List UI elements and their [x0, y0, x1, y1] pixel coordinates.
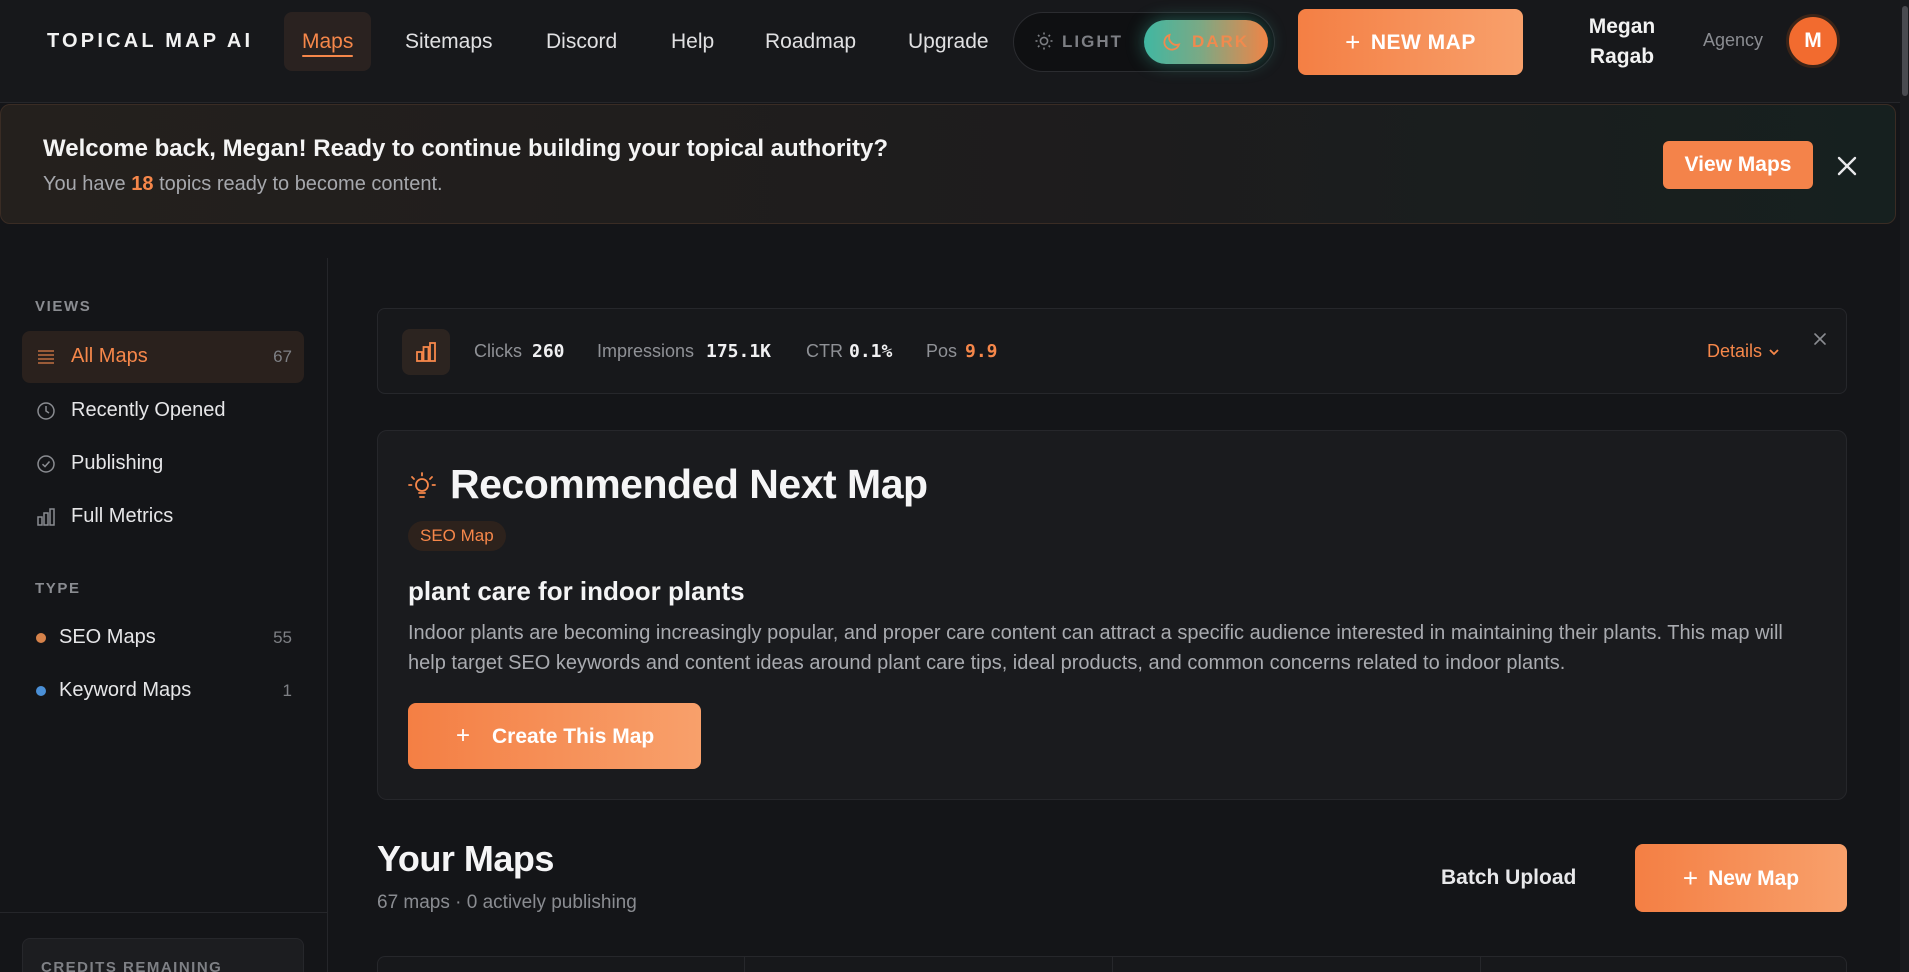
column-separator [744, 956, 745, 972]
user-name[interactable]: Megan Ragab [1582, 12, 1662, 72]
sidebar-item-label: SEO Maps [59, 626, 156, 648]
sidebar-item-count: 67 [273, 347, 292, 366]
sidebar-item-label: Publishing [71, 452, 164, 474]
create-this-map-button[interactable]: + Create This Map [408, 703, 701, 769]
new-map-button[interactable]: + New Map [1635, 844, 1847, 912]
metrics-chart-button[interactable] [402, 329, 450, 375]
sidebar-item-count: 1 [282, 681, 292, 700]
user-first-name: Megan [1588, 15, 1656, 38]
theme-light-label: LIGHT [1062, 32, 1123, 51]
sidebar-item-label: Recently Opened [71, 399, 226, 421]
new-map-header-button[interactable]: + NEW MAP [1298, 9, 1523, 75]
ctr-value: 0.1% [849, 341, 893, 362]
top-navbar: TOPICAL MAP AI Maps Sitemaps Discord Hel… [0, 0, 1909, 103]
sidebar-item-label: Keyword Maps [59, 679, 192, 701]
recommendation-description: Indoor plants are becoming increasingly … [408, 622, 1783, 674]
type-heading: TYPE [35, 580, 81, 597]
new-map-label: New Map [1708, 867, 1800, 890]
details-label: Details [1707, 341, 1763, 361]
sidebar-item-full-metrics[interactable]: Full Metrics [22, 491, 304, 543]
lightbulb-icon [408, 472, 436, 498]
clicks-value: 260 [532, 341, 565, 362]
your-maps-title: Your Maps [377, 838, 554, 879]
ctr-label: CTR [806, 341, 843, 361]
sidebar-item-label: All Maps [71, 345, 148, 367]
welcome-sub-prefix: You have [43, 173, 126, 195]
sidebar-divider [0, 912, 328, 913]
nav-discord[interactable]: Discord [528, 12, 635, 71]
new-map-header-label: NEW MAP [1370, 31, 1476, 54]
credits-box: CREDITS REMAINING [22, 938, 304, 972]
column-separator [1480, 956, 1481, 972]
impressions-label: Impressions [597, 341, 695, 361]
clicks-label: Clicks [474, 341, 522, 361]
view-maps-button[interactable]: View Maps [1663, 141, 1813, 189]
sidebar-item-count: 55 [273, 628, 292, 647]
theme-light-option[interactable]: LIGHT [1034, 13, 1123, 71]
welcome-subtitle: You have 18 topics ready to become conte… [43, 173, 443, 196]
metrics-strip: Clicks 260 Impressions 175.1K CTR 0.1% P… [377, 308, 1847, 394]
sidebar-item-keyword-maps[interactable]: Keyword Maps 1 [22, 665, 304, 717]
map-type-tag: SEO Map [408, 521, 506, 551]
close-icon[interactable] [1834, 153, 1860, 179]
sidebar-item-recently-opened[interactable]: Recently Opened [22, 385, 304, 437]
theme-toggle[interactable]: LIGHT DARK [1013, 12, 1275, 72]
clock-icon [37, 402, 55, 420]
plus-icon: + [1345, 27, 1361, 57]
sidebar-item-all-maps[interactable]: All Maps 67 [22, 331, 304, 383]
welcome-sub-suffix: topics ready to become content. [159, 173, 443, 195]
seo-dot [36, 633, 46, 643]
welcome-title: Welcome back, Megan! Ready to continue b… [43, 135, 888, 162]
plus-icon: + [456, 722, 471, 749]
nav-help[interactable]: Help [653, 12, 732, 71]
batch-upload-button[interactable]: Batch Upload [1441, 866, 1576, 890]
scrollbar-thumb[interactable] [1902, 6, 1908, 96]
theme-dark-option[interactable]: DARK [1144, 20, 1268, 64]
user-last-name: Ragab [1589, 45, 1655, 68]
recommendation-topic: plant care for indoor plants [408, 576, 745, 606]
moon-icon [1163, 33, 1181, 51]
nav-roadmap[interactable]: Roadmap [747, 12, 874, 71]
scrollbar-track[interactable] [1900, 0, 1909, 972]
brand-logo[interactable]: TOPICAL MAP AI [47, 30, 253, 53]
details-dropdown[interactable]: Details [1707, 341, 1780, 362]
plus-icon: + [1682, 863, 1699, 893]
nav-upgrade[interactable]: Upgrade [890, 12, 1007, 71]
recommendation-title: Recommended Next Map [450, 461, 928, 507]
keyword-dot [36, 686, 46, 696]
nav-sitemaps[interactable]: Sitemaps [387, 12, 511, 71]
sidebar: VIEWS All Maps 67 Recently Opened Publis… [0, 258, 328, 972]
list-icon [38, 350, 54, 364]
credits-label: CREDITS REMAINING [41, 959, 223, 972]
recommendation-card: Recommended Next Map SEO Map plant care … [377, 430, 1847, 800]
your-maps-subtitle: 67 maps · 0 actively publishing [377, 892, 637, 913]
sidebar-item-label: Full Metrics [71, 505, 174, 527]
plan-badge: Agency [1703, 30, 1764, 50]
app-root: TOPICAL MAP AI Maps Sitemaps Discord Hel… [0, 0, 1909, 972]
bar-chart-icon [416, 342, 436, 362]
column-separator [1112, 956, 1113, 972]
close-icon[interactable] [1812, 331, 1828, 347]
welcome-banner: Welcome back, Megan! Ready to continue b… [0, 104, 1896, 224]
sun-icon [1035, 32, 1053, 50]
pos-value: 9.9 [965, 341, 998, 362]
check-circle-icon [37, 455, 55, 473]
impressions-value: 175.1K [706, 341, 772, 362]
theme-dark-label: DARK [1192, 32, 1250, 51]
nav-maps[interactable]: Maps [284, 12, 372, 71]
views-heading: VIEWS [35, 298, 92, 315]
create-this-map-label: Create This Map [492, 725, 655, 748]
topics-count: 18 [131, 173, 154, 195]
avatar[interactable]: M [1786, 14, 1840, 68]
chevron-down-icon [1769, 349, 1779, 356]
bar-chart-icon [37, 508, 55, 526]
sidebar-item-publishing[interactable]: Publishing [22, 438, 304, 490]
sidebar-item-seo-maps[interactable]: SEO Maps 55 [22, 612, 304, 664]
pos-label: Pos [926, 341, 958, 361]
